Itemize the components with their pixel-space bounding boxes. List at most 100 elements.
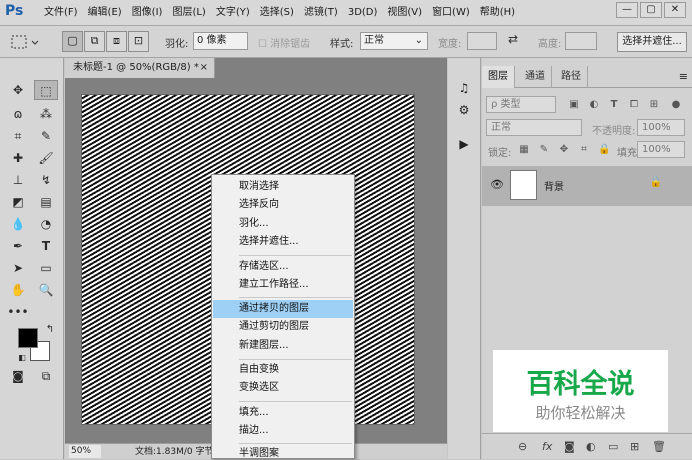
hand-tool-icon[interactable]: ✋: [6, 280, 30, 300]
ctx-make-work-path[interactable]: 建立工作路径...: [213, 276, 353, 294]
width-input[interactable]: [467, 32, 497, 50]
new-layer-icon[interactable]: ⊞: [630, 440, 639, 453]
type-tool-icon[interactable]: T: [34, 236, 58, 256]
marquee-tool-icon[interactable]: ⬚: [34, 80, 58, 100]
height-input[interactable]: [565, 32, 597, 50]
tab-paths[interactable]: 路径: [555, 66, 588, 88]
fill-input[interactable]: 100%: [637, 141, 685, 158]
intersect-selection-icon[interactable]: ⊡: [128, 31, 149, 52]
menu-3d[interactable]: 3D(D): [343, 0, 383, 26]
ctx-new-layer[interactable]: 新建图层...: [213, 337, 353, 355]
lock-all-icon[interactable]: 🔒: [598, 144, 610, 156]
default-colors-icon[interactable]: ◧: [10, 348, 34, 368]
panel-menu-icon[interactable]: ≡: [679, 70, 688, 83]
move-tool-icon[interactable]: ✥: [6, 80, 30, 100]
history-brush-icon[interactable]: ↯: [34, 170, 58, 190]
foreground-color-swatch[interactable]: [18, 328, 38, 348]
rectangle-tool-icon[interactable]: ▭: [34, 258, 58, 278]
close-button[interactable]: ✕: [664, 2, 686, 18]
menu-view[interactable]: 视图(V): [382, 0, 427, 26]
swap-colors-icon[interactable]: ↰: [38, 320, 62, 340]
dodge-tool-icon[interactable]: ◔: [34, 214, 58, 234]
close-tab-icon[interactable]: ×: [200, 58, 208, 78]
restore-button[interactable]: ▢: [640, 2, 662, 18]
ctx-save-selection[interactable]: 存储选区...: [213, 258, 353, 276]
lock-pixels-icon[interactable]: ✎: [538, 144, 550, 156]
link-layers-icon[interactable]: ⊖: [518, 440, 527, 453]
subtract-selection-icon[interactable]: ⧈: [106, 31, 127, 52]
layer-style-icon[interactable]: fx: [542, 440, 552, 453]
menu-help[interactable]: 帮助(H): [475, 0, 520, 26]
menu-select[interactable]: 选择(S): [255, 0, 299, 26]
filter-adjustment-icon[interactable]: ◐: [588, 99, 600, 111]
delete-layer-icon[interactable]: 🗑: [652, 440, 666, 453]
menu-window[interactable]: 窗口(W): [427, 0, 475, 26]
new-group-icon[interactable]: ▭: [608, 440, 618, 453]
menu-type[interactable]: 文字(Y): [211, 0, 255, 26]
eyedropper-icon[interactable]: ✎: [34, 126, 58, 146]
menu-layer[interactable]: 图层(L): [167, 0, 210, 26]
menu-image[interactable]: 图像(I): [127, 0, 168, 26]
lasso-tool-icon[interactable]: ɷ: [6, 104, 30, 124]
select-and-mask-button[interactable]: 选择并遮住...: [617, 32, 687, 52]
swap-icon[interactable]: ⇄: [508, 32, 518, 46]
add-mask-icon[interactable]: ◙: [564, 440, 575, 453]
document-info[interactable]: 文档:1.83M/0 字节: [135, 444, 213, 460]
document-tab[interactable]: 未标题-1 @ 50%(RGB/8) * ×: [65, 58, 215, 78]
healing-brush-icon[interactable]: ✚: [6, 148, 30, 168]
ctx-deselect[interactable]: 取消选择: [213, 178, 353, 196]
ctx-feather[interactable]: 羽化...: [213, 215, 353, 233]
lock-transparency-icon[interactable]: ▦: [518, 144, 530, 156]
antialias-checkbox[interactable]: ☐ 消除锯齿: [258, 35, 310, 50]
crop-tool-icon[interactable]: ⌗: [6, 126, 30, 146]
tab-layers[interactable]: 图层: [482, 66, 515, 88]
menu-edit[interactable]: 编辑(E): [83, 0, 127, 26]
photoshop-logo[interactable]: Ps: [5, 3, 23, 19]
ctx-layer-via-copy[interactable]: 通过拷贝的图层: [213, 300, 353, 318]
ctx-transform-selection[interactable]: 变换选区: [213, 379, 353, 397]
brush-tool-icon[interactable]: 🖌: [34, 148, 58, 168]
style-select[interactable]: 正常 ⌄: [360, 32, 428, 50]
filter-shape-icon[interactable]: ⧠: [628, 99, 640, 111]
filter-smart-object-icon[interactable]: ⊞: [648, 99, 660, 111]
magic-wand-icon[interactable]: ⁂: [34, 104, 58, 124]
lock-artboard-icon[interactable]: ⌗: [578, 144, 590, 156]
menu-filter[interactable]: 滤镜(T): [299, 0, 343, 26]
pen-tool-icon[interactable]: ✒: [6, 236, 30, 256]
adjustment-layer-icon[interactable]: ◐: [586, 440, 596, 453]
ctx-halftone-pattern[interactable]: 半调图案: [213, 445, 353, 458]
tool-preset-picker[interactable]: [8, 32, 42, 52]
add-selection-icon[interactable]: ⧉: [84, 31, 105, 52]
eye-icon[interactable]: 👁: [490, 178, 504, 191]
new-selection-icon[interactable]: ▢: [62, 31, 83, 52]
screen-mode-icon[interactable]: ⧉: [34, 366, 58, 386]
path-selection-icon[interactable]: ➤: [6, 258, 30, 278]
more-tools-icon[interactable]: •••: [6, 302, 30, 322]
quick-mask-icon[interactable]: ◙: [6, 366, 30, 386]
properties-panel-icon[interactable]: ⚙: [454, 100, 474, 120]
layer-row-background[interactable]: 👁 背景 🔒: [482, 166, 692, 206]
minimize-button[interactable]: —: [616, 2, 638, 18]
filter-pixel-icon[interactable]: ▣: [568, 99, 580, 111]
filter-toggle-icon[interactable]: ●: [670, 99, 682, 111]
filter-type-icon[interactable]: T: [608, 99, 620, 111]
lock-position-icon[interactable]: ✥: [558, 144, 570, 156]
blur-tool-icon[interactable]: 💧: [6, 214, 30, 234]
zoom-field[interactable]: 50%: [69, 445, 101, 458]
layer-filter-select[interactable]: ρ 类型: [486, 96, 556, 113]
ctx-stroke[interactable]: 描边...: [213, 422, 353, 440]
menu-file[interactable]: 文件(F): [39, 0, 83, 26]
history-panel-icon[interactable]: ♫: [454, 78, 474, 98]
gradient-tool-icon[interactable]: ▤: [34, 192, 58, 212]
ctx-select-inverse[interactable]: 选择反向: [213, 196, 353, 214]
tab-channels[interactable]: 通道: [519, 66, 552, 88]
ctx-layer-via-cut[interactable]: 通过剪切的图层: [213, 318, 353, 336]
ctx-fill[interactable]: 填充...: [213, 404, 353, 422]
clone-stamp-icon[interactable]: ⊥: [6, 170, 30, 190]
actions-play-icon[interactable]: ▶: [454, 134, 474, 154]
ctx-select-and-mask[interactable]: 选择并遮住...: [213, 233, 353, 251]
feather-input[interactable]: 0 像素: [193, 32, 248, 50]
zoom-tool-icon[interactable]: 🔍: [34, 280, 58, 300]
eraser-tool-icon[interactable]: ◩: [6, 192, 30, 212]
blend-mode-select[interactable]: 正常: [486, 119, 582, 136]
